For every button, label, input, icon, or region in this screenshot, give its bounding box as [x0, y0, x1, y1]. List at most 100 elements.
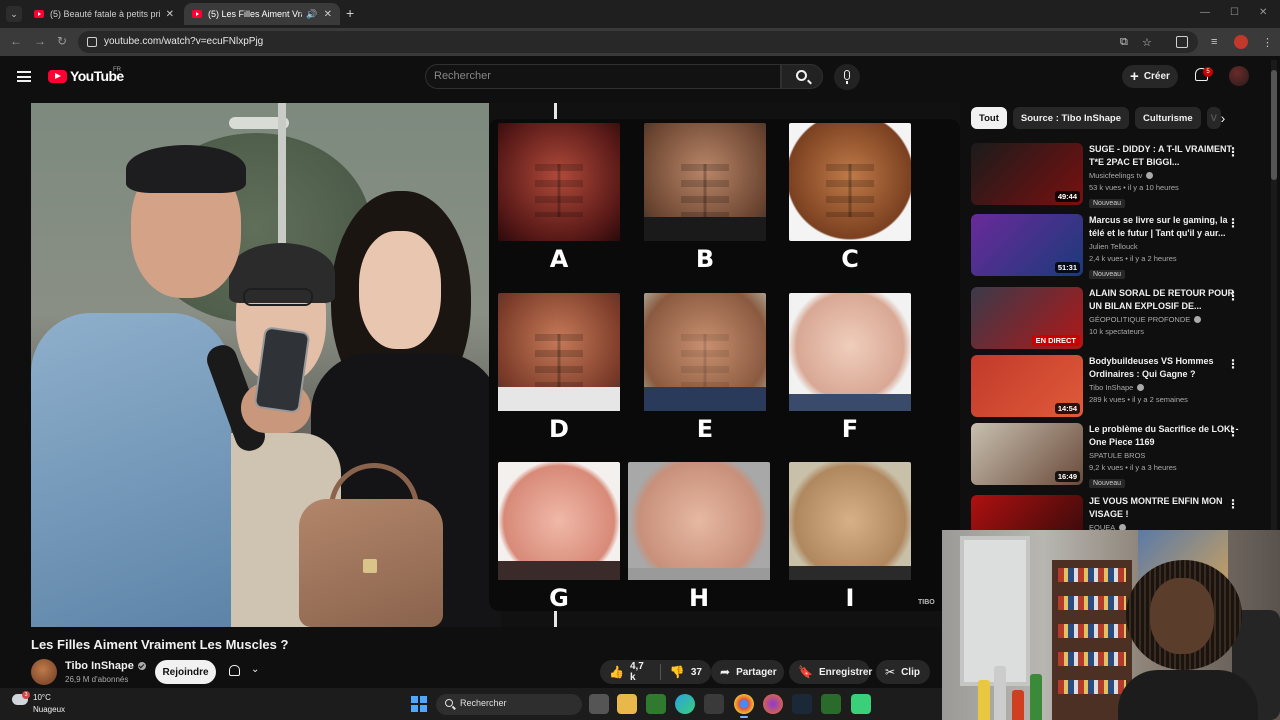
search-box[interactable] — [425, 64, 781, 89]
app-icon[interactable] — [851, 694, 871, 714]
dislike-icon[interactable]: 👎 — [670, 665, 685, 679]
grid-letter: G — [549, 584, 569, 612]
tab-les-filles[interactable]: (5) Les Filles Aiment Vraime 🔊 ✕ — [184, 3, 340, 25]
save-label: Enregistrer — [818, 666, 873, 678]
nvidia-icon[interactable] — [646, 694, 666, 714]
recommendation-thumbnail[interactable]: 49:44 — [971, 143, 1083, 205]
recommendation-channel[interactable]: Tibo InShape — [1089, 383, 1241, 392]
create-button[interactable]: + Créer — [1122, 65, 1178, 88]
recommendation-channel[interactable]: SPATULE BROS — [1089, 451, 1241, 460]
jeans — [789, 394, 911, 411]
taskbar-search[interactable]: Rechercher — [436, 694, 582, 715]
channel-text: Julien Tellouck — [1089, 242, 1138, 251]
recommendation-title[interactable]: Marcus se livre sur le gaming, la télé e… — [1089, 214, 1241, 239]
weather-condition[interactable]: Nuageux — [33, 705, 65, 714]
recommendation-title[interactable]: JE VOUS MONTRE ENFIN MON VISAGE ! — [1089, 495, 1241, 520]
video-player[interactable]: A B C D E F G H I TIBO — [31, 103, 960, 627]
recommendation-thumbnail[interactable]: 51:31 — [971, 214, 1083, 276]
grid-cell-a: A — [498, 123, 620, 273]
tab-beaute-fatale[interactable]: (5) Beauté fatale à petits prix | ✕ — [26, 3, 182, 25]
like-count[interactable]: 4,7 k — [630, 661, 651, 683]
scrollbar-thumb[interactable] — [1271, 70, 1277, 180]
browser-menu-icon[interactable]: ⋮ — [1262, 36, 1273, 49]
media-control-icon[interactable]: ≡ — [1211, 36, 1217, 48]
more-icon[interactable]: ⋮ — [1227, 290, 1239, 302]
close-window-icon[interactable]: ✕ — [1259, 7, 1267, 18]
voice-search-button[interactable] — [834, 64, 860, 90]
recommendation-item[interactable]: 51:31 Marcus se livre sur le gaming, la … — [971, 214, 1261, 279]
recommendation-thumbnail[interactable]: 16:49 — [971, 423, 1083, 485]
store-icon[interactable] — [704, 694, 724, 714]
recommendation-item[interactable]: EN DIRECT ALAIN SORAL DE RETOUR POUR UN … — [971, 287, 1261, 351]
like-icon[interactable]: 👍 — [609, 665, 624, 679]
grid-letter: I — [845, 584, 855, 612]
bookmark-star-icon[interactable]: ☆ — [1142, 36, 1152, 49]
grid-cell-d: D — [498, 293, 620, 443]
grid-letter: D — [549, 415, 569, 443]
verified-icon — [137, 662, 146, 670]
firefox-icon[interactable] — [763, 694, 783, 714]
save-button[interactable]: 🔖 Enregistrer — [789, 660, 873, 684]
chrome-icon[interactable] — [734, 694, 754, 718]
temperature[interactable]: 10°C — [33, 693, 51, 702]
clip-button[interactable]: ✂ Clip — [876, 660, 930, 684]
more-icon[interactable]: ⋮ — [1227, 358, 1239, 370]
chevron-down-icon[interactable]: ⌄ — [251, 664, 259, 675]
maximize-icon[interactable]: ☐ — [1230, 7, 1239, 18]
recommendation-channel[interactable]: Julien Tellouck — [1089, 242, 1241, 251]
recommendation-channel[interactable]: GÉOPOLITIQUE PROFONDE — [1089, 315, 1241, 324]
search-input[interactable] — [434, 70, 764, 82]
recommendation-channel[interactable]: Musicfeelings tv — [1089, 171, 1241, 180]
share-button[interactable]: ➦ Partager — [711, 660, 784, 684]
recommendation-title[interactable]: ALAIN SORAL DE RETOUR POUR UN BILAN EXPL… — [1089, 287, 1241, 312]
recommendation-title[interactable]: Le problème du Sacrifice de LOKI - One P… — [1089, 423, 1241, 448]
recommendation-item[interactable]: 16:49 Le problème du Sacrifice de LOKI -… — [971, 423, 1261, 488]
more-icon[interactable]: ⋮ — [1227, 498, 1239, 510]
more-icon[interactable]: ⋮ — [1227, 426, 1239, 438]
recommendation-item[interactable]: 14:54 Bodybuildeuses VS Hommes Ordinaire… — [971, 355, 1261, 419]
recommendation-item[interactable]: 49:44 SUGE - DIDDY : A T-IL VRAIMENT T*E… — [971, 143, 1261, 208]
forward-icon[interactable]: → — [34, 35, 46, 47]
more-icon[interactable]: ⋮ — [1227, 146, 1239, 158]
recommendation-title[interactable]: SUGE - DIDDY : A T-IL VRAIMENT T*E 2PAC … — [1089, 143, 1241, 168]
chip-source[interactable]: Source : Tibo InShape — [1012, 107, 1129, 129]
steam-icon[interactable] — [792, 694, 812, 714]
channel-name[interactable]: Tibo InShape — [65, 660, 146, 672]
recommendation-thumbnail[interactable]: EN DIRECT — [971, 287, 1083, 349]
weather-alert-badge: 3 — [22, 691, 30, 699]
edge-icon[interactable] — [675, 694, 695, 714]
account-avatar[interactable] — [1229, 66, 1249, 86]
more-icon[interactable]: ⋮ — [1227, 217, 1239, 229]
close-tab-icon[interactable]: ✕ — [324, 9, 332, 20]
tab-search-button[interactable]: ⌄ — [6, 6, 22, 22]
dislike-count[interactable]: 37 — [691, 667, 702, 678]
minimize-icon[interactable]: — — [1200, 7, 1210, 18]
close-tab-icon[interactable]: ✕ — [166, 9, 174, 20]
chip-tout[interactable]: Tout — [971, 107, 1007, 129]
reload-icon[interactable]: ↻ — [57, 35, 67, 47]
site-info-icon[interactable] — [87, 37, 97, 47]
windows-start-icon[interactable] — [411, 696, 427, 712]
search-icon — [796, 70, 807, 81]
address-bar[interactable]: youtube.com/watch?v=ecuFNlxpPjg ⧉ ☆ — [78, 31, 1198, 53]
chevron-right-icon[interactable]: › — [1214, 110, 1232, 128]
shelf-row — [1058, 652, 1126, 666]
xbox-icon[interactable] — [821, 694, 841, 714]
bell-icon[interactable] — [229, 665, 240, 676]
search-button[interactable] — [781, 64, 823, 89]
recommendation-title[interactable]: Bodybuildeuses VS Hommes Ordinaires : Qu… — [1089, 355, 1241, 380]
file-explorer-icon[interactable] — [617, 694, 637, 714]
back-icon[interactable]: ← — [10, 35, 22, 47]
join-button[interactable]: Rejoindre — [155, 660, 216, 684]
browser-profile-icon[interactable] — [1234, 35, 1248, 49]
new-tab-button[interactable]: + — [346, 6, 354, 20]
chip-culturisme[interactable]: Culturisme — [1135, 107, 1201, 129]
recommendation-thumbnail[interactable]: 14:54 — [971, 355, 1083, 417]
extensions-icon[interactable] — [1176, 36, 1188, 48]
bottle — [994, 666, 1006, 720]
task-view-icon[interactable] — [589, 694, 609, 714]
speaker-icon[interactable]: 🔊 — [306, 9, 317, 20]
cast-icon[interactable]: ⧉ — [1120, 36, 1128, 49]
channel-avatar[interactable] — [31, 659, 57, 685]
menu-icon[interactable] — [17, 71, 31, 82]
